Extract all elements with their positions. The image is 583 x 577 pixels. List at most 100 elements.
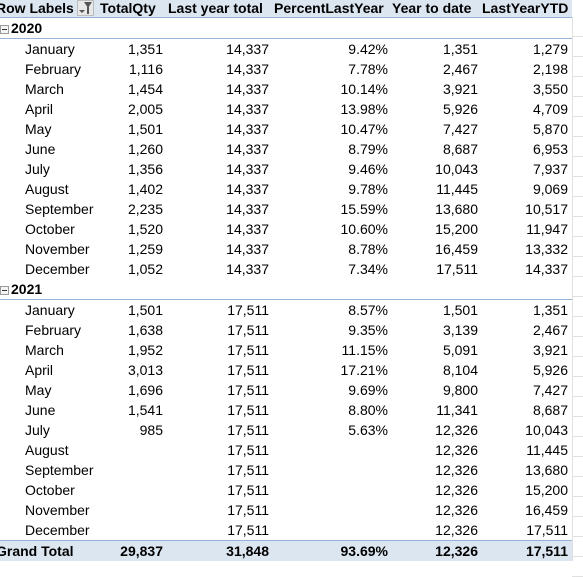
grand-total-year-to-date: 12,326: [435, 543, 478, 559]
last-year-total-cell: 14,337: [226, 121, 269, 137]
gridline-horizontal: [572, 436, 583, 437]
month-label: December: [25, 261, 90, 277]
table-row[interactable]: September 17,511 12,326 13,680: [0, 460, 572, 480]
percent-last-year-cell: 8.79%: [348, 141, 388, 157]
table-row[interactable]: August 1,402 14,337 9.78% 11,445 9,069: [0, 179, 572, 199]
collapse-icon[interactable]: [0, 24, 9, 34]
gridline-horizontal: [572, 296, 583, 297]
header-percent-last-year[interactable]: PercentLastYear: [274, 0, 384, 17]
header-last-year-total[interactable]: Last year total: [168, 0, 263, 17]
last-year-total-cell: 17,511: [227, 502, 269, 518]
year-to-date-cell: 5,091: [442, 342, 478, 358]
month-label: February: [25, 61, 82, 77]
header-row-labels[interactable]: Row Labels: [0, 0, 74, 17]
pivot-table: Row Labels TotalQty Last year total Perc…: [0, 0, 572, 561]
table-row[interactable]: November 17,511 12,326 16,459: [0, 500, 572, 520]
percent-last-year-cell: 13.98%: [340, 101, 388, 117]
year-to-date-cell: 9,800: [442, 382, 478, 398]
table-row[interactable]: October 17,511 12,326 15,200: [0, 480, 572, 500]
percent-last-year-cell: 7.78%: [348, 61, 388, 77]
dropdown-arrow-icon: [79, 10, 85, 13]
last-year-ytd-cell: 4,709: [532, 101, 568, 117]
last-year-ytd-cell: 10,043: [525, 422, 568, 438]
month-label: April: [25, 101, 54, 117]
table-row[interactable]: May 1,696 17,511 9.69% 9,800 7,427: [0, 380, 572, 400]
gridline-horizontal: [572, 556, 583, 557]
collapse-icon[interactable]: [0, 285, 9, 295]
percent-last-year-cell: 10.47%: [340, 121, 388, 137]
table-row[interactable]: June 1,541 17,511 8.80% 11,341 8,687: [0, 400, 572, 420]
last-year-total-cell: 14,337: [226, 41, 269, 57]
table-row[interactable]: March 1,952 17,511 11.15% 5,091 3,921: [0, 340, 572, 360]
grand-total-last-year-ytd: 17,511: [525, 543, 568, 559]
table-row[interactable]: May 1,501 14,337 10.47% 7,427 5,870: [0, 119, 572, 139]
total-qty-cell: 1,501: [127, 302, 163, 318]
gridline-horizontal: [572, 396, 583, 397]
year-to-date-cell: 16,459: [435, 241, 478, 257]
table-row[interactable]: April 2,005 14,337 13.98% 5,926 4,709: [0, 99, 572, 119]
table-row[interactable]: October 1,520 14,337 10.60% 15,200 11,947: [0, 219, 572, 239]
month-label: July: [25, 161, 50, 177]
header-year-to-date[interactable]: Year to date: [392, 0, 471, 17]
table-row[interactable]: December 17,511 12,326 17,511: [0, 520, 572, 540]
table-row[interactable]: January 1,501 17,511 8.57% 1,501 1,351: [0, 300, 572, 320]
last-year-ytd-cell: 14,337: [525, 261, 568, 277]
gridline-horizontal: [572, 96, 583, 97]
gridline-horizontal: [572, 496, 583, 497]
header-total-qty[interactable]: TotalQty: [100, 0, 156, 17]
last-year-ytd-cell: 13,680: [525, 462, 568, 478]
table-row[interactable]: August 17,511 12,326 11,445: [0, 440, 572, 460]
year-to-date-cell: 12,326: [435, 482, 478, 498]
percent-last-year-cell: 7.34%: [348, 261, 388, 277]
gridline-horizontal: [572, 356, 583, 357]
gridline-horizontal: [572, 336, 583, 337]
year-group-row[interactable]: 2020: [0, 18, 572, 39]
table-row[interactable]: February 1,638 17,511 9.35% 3,139 2,467: [0, 320, 572, 340]
last-year-ytd-cell: 13,332: [525, 241, 568, 257]
month-label: July: [25, 422, 50, 438]
total-qty-cell: 2,005: [127, 101, 163, 117]
filter-dropdown-icon[interactable]: [77, 0, 94, 16]
percent-last-year-cell: 9.42%: [348, 41, 388, 57]
last-year-total-cell: 17,511: [227, 462, 269, 478]
total-qty-cell: 1,454: [127, 81, 163, 97]
month-label: November: [25, 502, 90, 518]
percent-last-year-cell: 9.35%: [348, 322, 388, 338]
table-row[interactable]: December 1,052 14,337 7.34% 17,511 14,337: [0, 259, 572, 279]
table-row[interactable]: April 3,013 17,511 17.21% 8,104 5,926: [0, 360, 572, 380]
gridline-horizontal: [572, 376, 583, 377]
total-qty-cell: 1,520: [127, 221, 163, 237]
table-row[interactable]: June 1,260 14,337 8.79% 8,687 6,953: [0, 139, 572, 159]
last-year-ytd-cell: 10,517: [525, 201, 568, 217]
last-year-total-cell: 17,511: [227, 422, 269, 438]
last-year-ytd-cell: 2,467: [532, 322, 568, 338]
gridline-horizontal: [572, 36, 583, 37]
grand-total-row[interactable]: Grand Total 29,837 31,848 93.69% 12,326 …: [0, 540, 572, 561]
table-row[interactable]: July 1,356 14,337 9.46% 10,043 7,937: [0, 159, 572, 179]
last-year-ytd-cell: 5,926: [532, 362, 568, 378]
year-group-row[interactable]: 2021: [0, 279, 572, 300]
grand-total-total-qty: 29,837: [120, 543, 163, 559]
year-to-date-cell: 13,680: [435, 201, 478, 217]
percent-last-year-cell: 17.21%: [340, 362, 388, 378]
gridline-horizontal: [572, 236, 583, 237]
table-row[interactable]: July 985 17,511 5.63% 12,326 10,043: [0, 420, 572, 440]
last-year-ytd-cell: 1,279: [532, 41, 568, 57]
last-year-total-cell: 14,337: [226, 261, 269, 277]
grand-total-label: Grand Total: [0, 543, 74, 559]
table-row[interactable]: November 1,259 14,337 8.78% 16,459 13,332: [0, 239, 572, 259]
gridline-horizontal: [572, 536, 583, 537]
month-label: March: [25, 342, 64, 358]
table-row[interactable]: September 2,235 14,337 15.59% 13,680 10,517: [0, 199, 572, 219]
last-year-ytd-cell: 1,351: [532, 302, 568, 318]
year-to-date-cell: 11,445: [436, 181, 478, 197]
percent-last-year-cell: 8.57%: [348, 302, 388, 318]
total-qty-cell: 1,260: [127, 141, 163, 157]
table-row[interactable]: February 1,116 14,337 7.78% 2,467 2,198: [0, 59, 572, 79]
last-year-ytd-cell: 7,427: [532, 382, 568, 398]
header-last-year-ytd[interactable]: LastYearYTD: [482, 0, 568, 17]
last-year-total-cell: 17,511: [227, 342, 269, 358]
last-year-total-cell: 14,337: [226, 161, 269, 177]
table-row[interactable]: January 1,351 14,337 9.42% 1,351 1,279: [0, 39, 572, 59]
table-row[interactable]: March 1,454 14,337 10.14% 3,921 3,550: [0, 79, 572, 99]
